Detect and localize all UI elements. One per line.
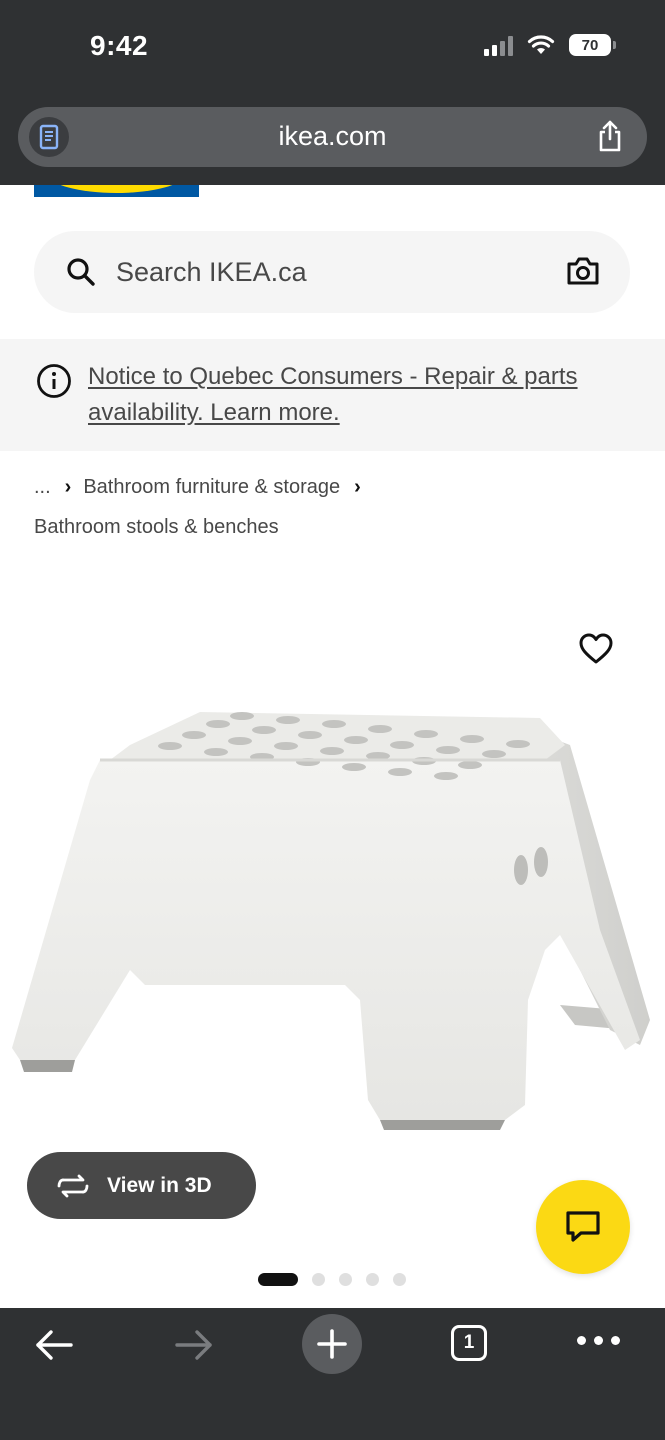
info-icon xyxy=(37,364,71,398)
search-input[interactable]: Search IKEA.ca xyxy=(34,231,630,313)
search-placeholder: Search IKEA.ca xyxy=(116,257,307,287)
tab-count: 1 xyxy=(463,1332,475,1353)
battery-indicator: 70 xyxy=(569,34,616,56)
chevron-right-icon: › xyxy=(354,475,361,498)
breadcrumb-item[interactable]: Bathroom stools & benches xyxy=(34,516,279,539)
image-carousel-indicator xyxy=(0,1273,665,1287)
ikea-logo[interactable] xyxy=(34,185,199,197)
url-text[interactable]: ikea.com xyxy=(18,121,647,152)
consumer-notice-banner: Notice to Quebec Consumers - Repair & pa… xyxy=(0,339,665,451)
product-image[interactable] xyxy=(0,600,665,1160)
search-icon xyxy=(67,258,95,286)
share-button[interactable] xyxy=(595,119,625,158)
forward-arrow-icon[interactable] xyxy=(174,1328,214,1362)
breadcrumb-item[interactable]: Bathroom furniture & storage xyxy=(83,476,340,499)
heart-icon[interactable] xyxy=(578,632,614,666)
view-in-3d-label: View in 3D xyxy=(107,1173,212,1197)
browser-top-bar: 9:42 70 ikea.com xyxy=(0,0,665,185)
new-tab-button[interactable] xyxy=(302,1314,362,1374)
carousel-dot[interactable] xyxy=(339,1273,352,1286)
carousel-dot[interactable] xyxy=(312,1273,325,1286)
carousel-dot-active[interactable] xyxy=(258,1273,298,1286)
cellular-signal-icon xyxy=(484,34,513,56)
view-in-3d-button[interactable]: View in 3D xyxy=(27,1152,256,1219)
carousel-dot[interactable] xyxy=(366,1273,379,1286)
camera-icon[interactable] xyxy=(566,256,600,286)
plus-icon xyxy=(317,1329,347,1359)
more-menu-icon[interactable] xyxy=(577,1336,620,1345)
chevron-right-icon: › xyxy=(64,475,72,498)
breadcrumb: ... › Bathroom furniture & storage › Bat… xyxy=(34,472,634,542)
wifi-icon xyxy=(527,35,555,54)
carousel-dot[interactable] xyxy=(393,1273,406,1286)
status-icons: 70 xyxy=(484,34,616,56)
share-icon xyxy=(599,120,621,152)
breadcrumb-ellipsis[interactable]: ... xyxy=(34,476,51,499)
address-bar[interactable]: ikea.com xyxy=(18,107,647,167)
chat-button[interactable] xyxy=(536,1180,630,1274)
battery-level: 70 xyxy=(581,36,599,54)
tab-switcher-button[interactable]: 1 xyxy=(451,1325,487,1361)
chat-icon xyxy=(566,1211,600,1242)
browser-bottom-toolbar: 1 xyxy=(0,1308,665,1440)
status-time: 9:42 xyxy=(90,30,149,61)
back-arrow-icon[interactable] xyxy=(34,1328,74,1362)
rotate-3d-icon xyxy=(57,1174,89,1197)
notice-link[interactable]: Notice to Quebec Consumers - Repair & pa… xyxy=(88,359,628,431)
